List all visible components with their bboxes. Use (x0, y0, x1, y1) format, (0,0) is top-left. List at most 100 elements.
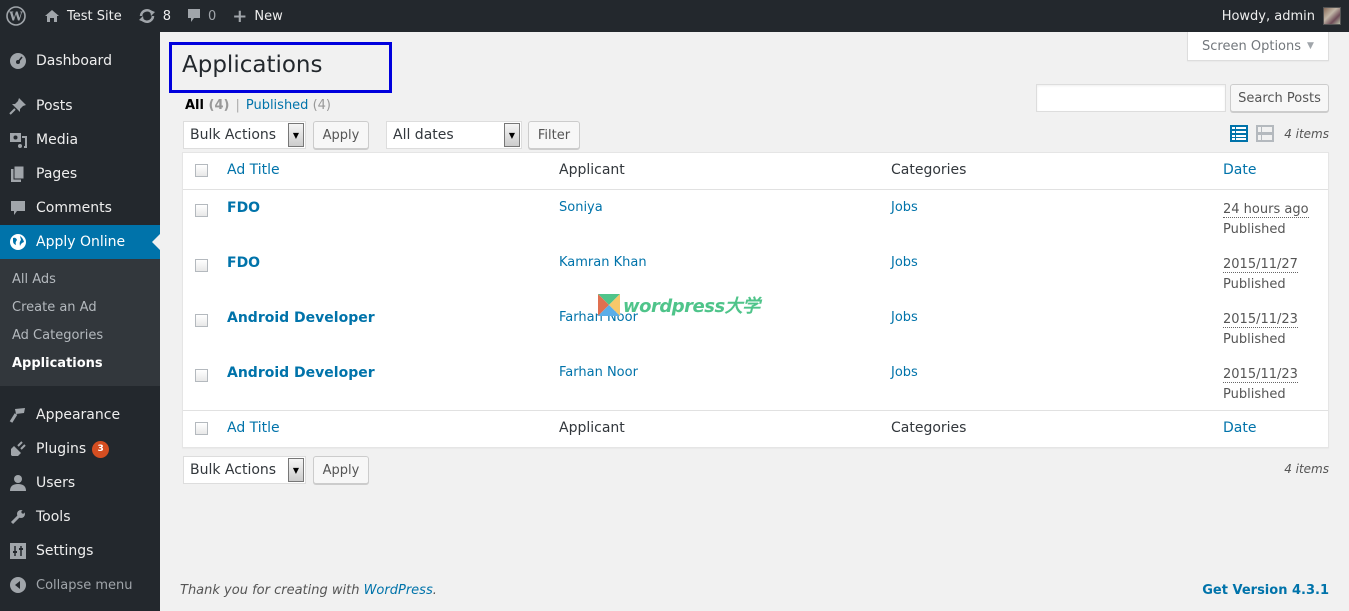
footer-thanks-text: Thank you for creating with (180, 583, 364, 598)
column-categories-footer: Categories (891, 420, 967, 436)
list-view-icon[interactable] (1230, 125, 1248, 142)
applicant-link[interactable]: Farhan Noor (559, 365, 638, 380)
submenu-create-an-ad[interactable]: Create an Ad (0, 294, 160, 322)
sidebar-item-label: Settings (36, 543, 94, 559)
comments-link[interactable]: 0 (179, 0, 224, 32)
date-filter-select[interactable]: All dates ▼ (386, 121, 522, 149)
main-content: Screen Options ▼ Applications All (4) | Pu… (160, 32, 1349, 611)
column-ad-title-footer[interactable]: Ad Title (227, 420, 280, 436)
new-content-link[interactable]: + New (224, 0, 290, 32)
row-checkbox[interactable] (195, 259, 208, 272)
greeting: Howdy, admin (1221, 8, 1315, 24)
excerpt-view-icon[interactable] (1256, 125, 1274, 142)
table-row: FDO Soniya Jobs 24 hours ago Published (183, 190, 1328, 245)
bulk-actions-value: Bulk Actions (190, 127, 277, 143)
watermark: wordpress大学 (598, 292, 760, 318)
watermark-logo-icon (598, 294, 620, 316)
row-checkbox[interactable] (195, 369, 208, 382)
row-title-link[interactable]: FDO (227, 200, 260, 216)
select-all-checkbox-bottom[interactable] (195, 422, 208, 435)
search-input[interactable] (1036, 84, 1226, 112)
sidebar-item-appearance[interactable]: Appearance (0, 398, 160, 432)
sidebar-item-dashboard[interactable]: Dashboard (0, 44, 160, 78)
date-value: 2015/11/27 (1223, 257, 1298, 273)
status: Published (1223, 222, 1286, 237)
column-applicant: Applicant (559, 162, 625, 178)
globe-icon (9, 233, 27, 251)
sidebar-item-label: Appearance (36, 407, 121, 423)
view-all-label: All (185, 98, 204, 113)
row-checkbox[interactable] (195, 314, 208, 327)
filter-button[interactable]: Filter (528, 121, 580, 149)
bulk-actions-select-bottom[interactable]: Bulk Actions ▼ (183, 456, 306, 484)
collapse-icon (9, 576, 27, 594)
sidebar-item-users[interactable]: Users (0, 466, 160, 500)
column-categories: Categories (891, 162, 967, 178)
view-published-label: Published (245, 98, 309, 113)
sidebar-item-label: Media (36, 132, 79, 148)
pin-icon (9, 97, 27, 115)
sidebar-item-posts[interactable]: Posts (0, 89, 160, 123)
row-title-link[interactable]: Android Developer (227, 365, 375, 381)
updates-link[interactable]: 8 (130, 0, 179, 32)
sidebar-item-comments[interactable]: Comments (0, 191, 160, 225)
wordpress-logo-icon: W (6, 6, 26, 26)
my-account-link[interactable]: Howdy, admin (1214, 0, 1349, 32)
submenu-all-ads[interactable]: All Ads (0, 266, 160, 294)
sidebar-item-tools[interactable]: Tools (0, 500, 160, 534)
view-published-link[interactable]: Published (4) (246, 98, 331, 113)
category-link[interactable]: Jobs (891, 365, 918, 380)
sidebar-item-plugins[interactable]: Plugins 3 (0, 432, 160, 466)
caret-down-icon: ▼ (1307, 41, 1314, 51)
sidebar-item-settings[interactable]: Settings (0, 534, 160, 568)
category-link[interactable]: Jobs (891, 255, 918, 270)
row-title-link[interactable]: Android Developer (227, 310, 375, 326)
bulk-actions-value: Bulk Actions (190, 462, 277, 478)
category-link[interactable]: Jobs (891, 310, 918, 325)
submenu-applications[interactable]: Applications (0, 350, 160, 378)
select-all-checkbox[interactable] (195, 164, 208, 177)
paintbrush-icon (9, 406, 27, 424)
wordpress-logo-button[interactable]: W (0, 0, 36, 32)
status: Published (1223, 332, 1286, 347)
site-name: Test Site (67, 8, 122, 24)
settings-icon (9, 542, 27, 560)
dashboard-icon (9, 52, 27, 70)
column-date[interactable]: Date (1223, 162, 1256, 178)
new-label: New (254, 8, 283, 24)
bulk-actions-select-top[interactable]: Bulk Actions ▼ (183, 121, 306, 149)
wrench-icon (9, 508, 27, 526)
screen-options-button[interactable]: Screen Options ▼ (1187, 32, 1329, 61)
sidebar-item-label: Tools (36, 509, 71, 525)
sidebar-item-label: Pages (36, 166, 78, 182)
row-title-link[interactable]: FDO (227, 255, 260, 271)
sidebar-item-label: Posts (36, 98, 73, 114)
submenu-ad-categories[interactable]: Ad Categories (0, 322, 160, 350)
admin-sidebar: Dashboard Posts Media Pages Comments App… (0, 32, 160, 611)
applicant-link[interactable]: Soniya (559, 200, 603, 215)
footer-thanks: Thank you for creating with WordPress. (180, 583, 437, 598)
apply-button-bottom[interactable]: Apply (313, 456, 369, 484)
sidebar-item-label: Users (36, 475, 76, 491)
get-version-link[interactable]: Get Version 4.3.1 (1202, 583, 1329, 598)
collapse-menu-button[interactable]: Collapse menu (0, 568, 160, 602)
view-all-link[interactable]: All (4) (185, 98, 229, 113)
date-value: 2015/11/23 (1223, 312, 1298, 328)
apply-button-top[interactable]: Apply (313, 121, 369, 149)
sidebar-item-pages[interactable]: Pages (0, 157, 160, 191)
search-posts-button[interactable]: Search Posts (1230, 84, 1329, 112)
updates-count: 8 (162, 8, 171, 24)
footer-thanks-suffix: . (432, 583, 437, 598)
date-filter-value: All dates (393, 127, 454, 143)
row-date: 2015/11/27 Published (1223, 255, 1298, 295)
category-link[interactable]: Jobs (891, 200, 918, 215)
applicant-link[interactable]: Kamran Khan (559, 255, 647, 270)
date-value: 24 hours ago (1223, 202, 1309, 218)
sidebar-item-apply-online[interactable]: Apply Online (0, 225, 160, 259)
wordpress-link[interactable]: WordPress (364, 583, 433, 598)
column-ad-title[interactable]: Ad Title (227, 162, 280, 178)
sidebar-item-media[interactable]: Media (0, 123, 160, 157)
row-checkbox[interactable] (195, 204, 208, 217)
column-date-footer[interactable]: Date (1223, 420, 1256, 436)
site-name-link[interactable]: Test Site (36, 0, 130, 32)
